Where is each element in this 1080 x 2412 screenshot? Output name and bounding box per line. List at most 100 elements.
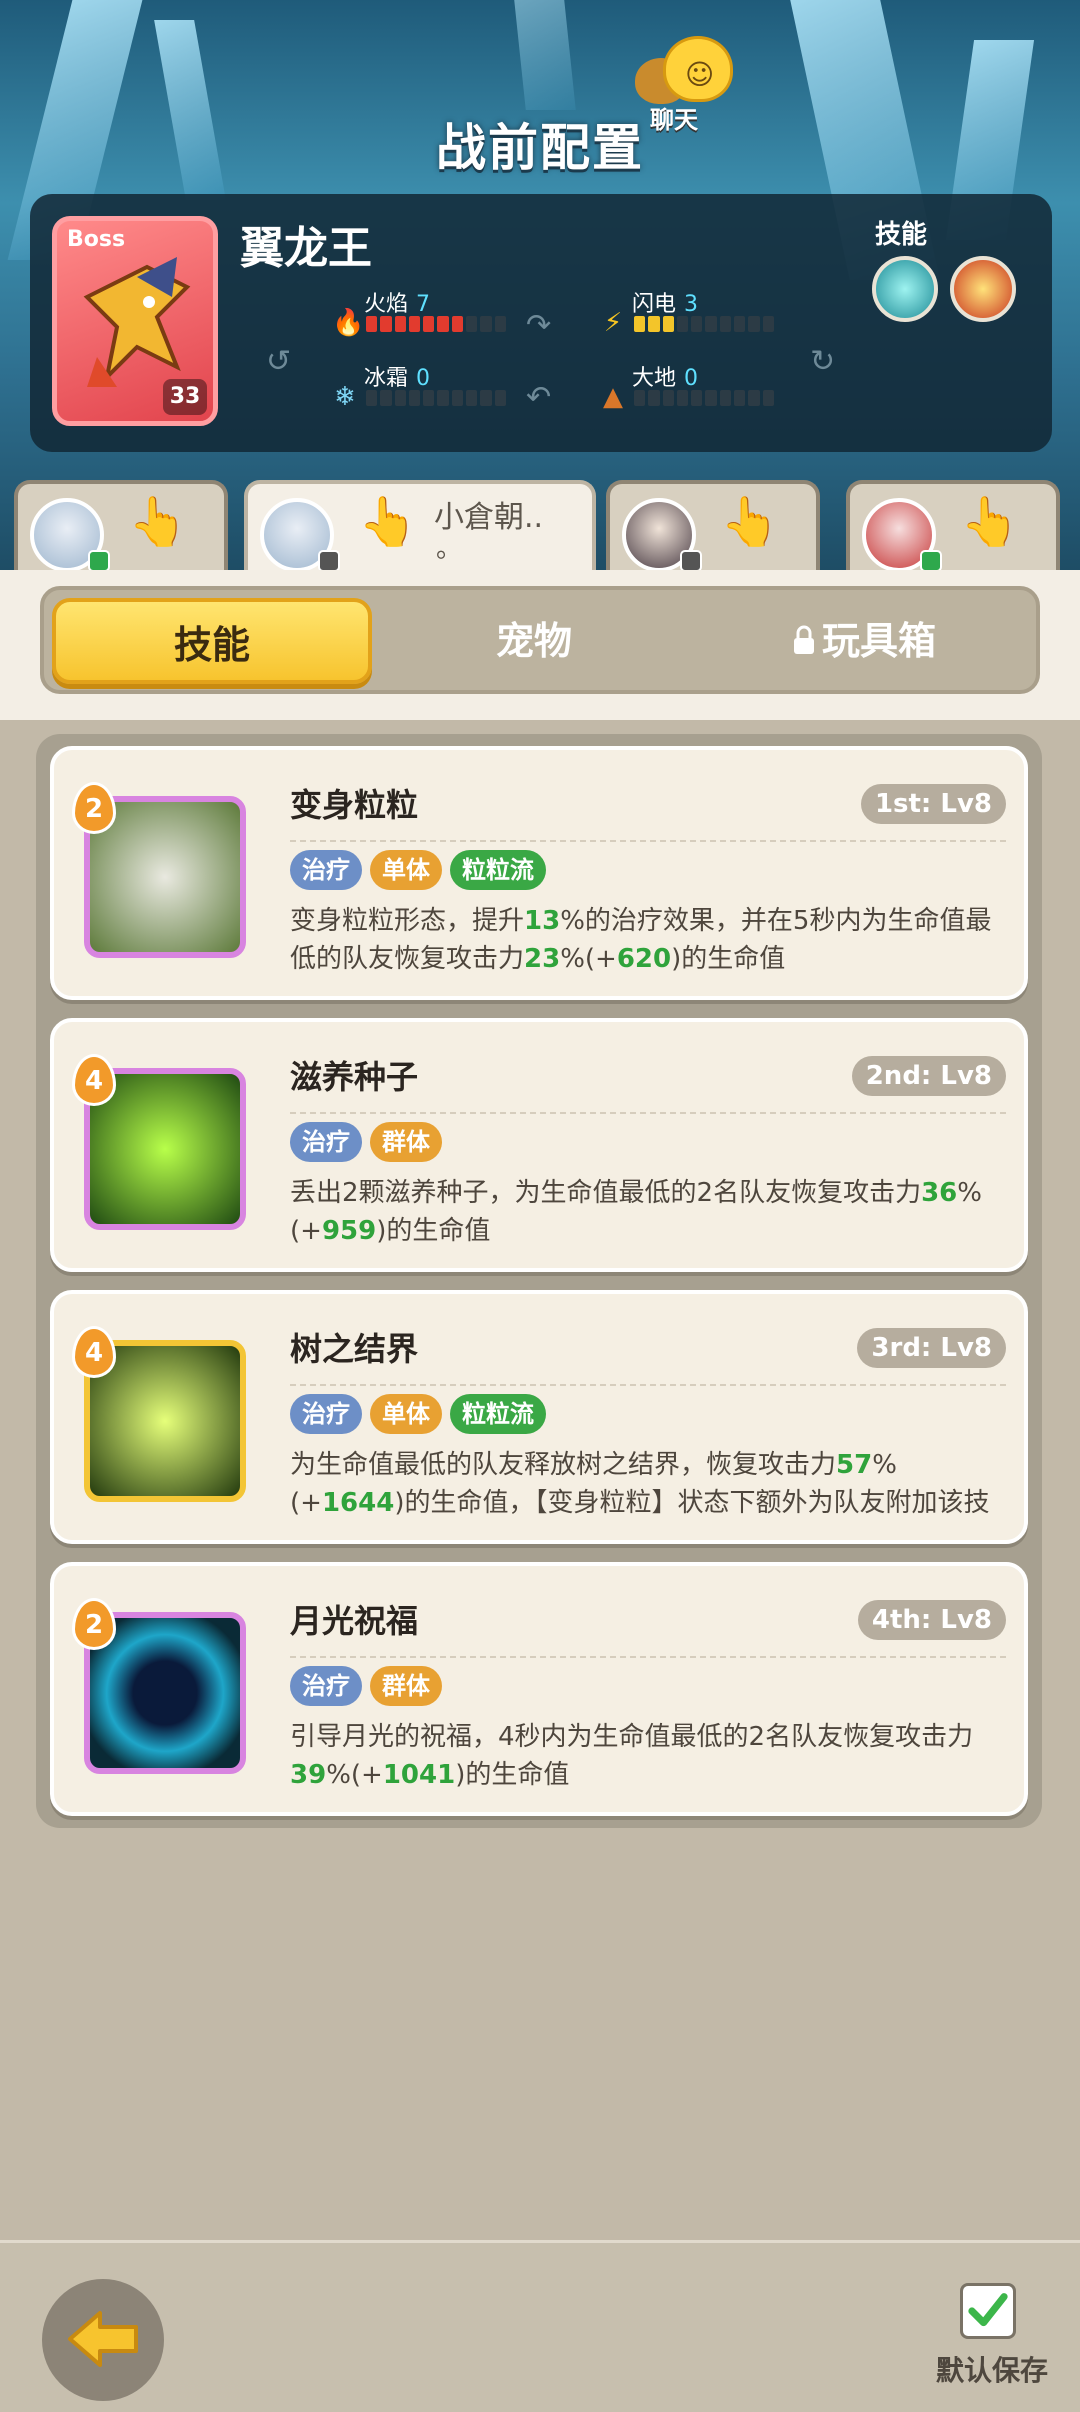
skill-tag: 群体 [370, 1122, 442, 1162]
stat-lightning-bar [634, 316, 774, 332]
skill-level-badge: 2nd: Lv8 [851, 1056, 1006, 1096]
skill-description: 变身粒粒形态，提升13%的治疗效果，并在5秒内为生命值最低的队友恢复攻击力23%… [290, 906, 992, 974]
stat-earth-bar [634, 390, 774, 406]
stat-bar-segment [662, 390, 674, 406]
stat-bar-segment [762, 390, 774, 406]
stat-bar-segment [380, 390, 392, 406]
stat-bar-segment [691, 316, 703, 332]
stat-bar-segment [437, 316, 449, 332]
player-tab-3[interactable]: 👆 [606, 480, 820, 580]
skill-tag: 粒粒流 [450, 1394, 546, 1434]
stat-fire-label: 火焰 [364, 292, 409, 317]
stat-bar-segment [437, 390, 449, 406]
skill-list: 2 变身粒粒 1st: Lv8 治疗 单体 粒粒流 变身粒粒形态，提升13%的治… [36, 734, 1042, 1828]
stat-bar-segment [466, 390, 478, 406]
thumbs-pointer-icon: 👆 [720, 494, 780, 550]
skill-tag: 治疗 [290, 1394, 362, 1434]
stat-bar-segment [705, 390, 717, 406]
swap-arrow-icon: ↻ [810, 344, 836, 379]
stat-bar-segment [380, 316, 392, 332]
lightning-icon: ⚡ [603, 308, 623, 338]
stat-earth: 大地 0 ▲ [600, 360, 800, 420]
swap-arrow-icon: ↷ [526, 308, 552, 343]
crystal-decoration [514, 0, 576, 110]
skill-description: 引导月光的祝福，4秒内为生命值最低的2名队友恢复攻击力39%(+1041)的生命… [290, 1722, 974, 1790]
player-tab-4[interactable]: 👆 [846, 480, 1060, 580]
skill-title: 变身粒粒 [290, 786, 419, 824]
tab-toybox-label: 玩具箱 [821, 619, 936, 663]
skill-tag: 治疗 [290, 1122, 362, 1162]
stat-fire-bar [366, 316, 506, 332]
player-status-icon [318, 550, 340, 572]
stat-lightning: 闪电 3 ⚡ [600, 286, 800, 346]
skill-tag: 群体 [370, 1666, 442, 1706]
player-status-icon [920, 550, 942, 572]
stat-bar-segment [394, 316, 406, 332]
skill-tag: 治疗 [290, 850, 362, 890]
stat-bar-segment [648, 316, 660, 332]
stat-bar-segment [480, 390, 492, 406]
default-save-checkbox[interactable] [960, 2283, 1016, 2339]
tab-pets[interactable]: 宠物 [374, 598, 694, 684]
category-tabbar: 技能 宠物 玩具箱 [40, 586, 1040, 694]
boss-skill-fire-icon[interactable] [950, 256, 1016, 322]
skill-level-badge: 4th: Lv8 [857, 1600, 1006, 1640]
stat-bar-segment [408, 316, 421, 332]
tab-skills[interactable]: 技能 [52, 598, 372, 684]
back-button[interactable] [42, 2279, 164, 2401]
stat-bar-segment [423, 316, 435, 332]
stat-bar-segment [719, 316, 732, 332]
player-tab-2[interactable]: 👆 小倉朝.. 。 [244, 480, 596, 580]
skill-card[interactable]: 4 树之结界 3rd: Lv8 治疗 单体 粒粒流 为生命值最低的队友释放树之结… [50, 1290, 1028, 1544]
skill-tag: 单体 [370, 1394, 442, 1434]
energy-cost-badge: 2 [72, 1598, 116, 1650]
stat-bar-segment [676, 316, 689, 332]
page-title: 战前配置 [436, 119, 644, 177]
stat-bar-segment [734, 390, 746, 406]
player-tab-1[interactable]: 👆 [14, 480, 228, 580]
stat-bar-segment [494, 316, 506, 332]
stat-fire: 火焰 7 🔥 [332, 286, 532, 346]
skill-tags: 治疗 单体 粒粒流 [290, 1394, 546, 1434]
lock-icon [793, 625, 814, 654]
boss-card[interactable]: Boss 33 [52, 216, 218, 426]
stat-bar-segment [634, 316, 646, 332]
chat-label: 聊天 [650, 106, 698, 134]
tab-toybox[interactable]: 玩具箱 [694, 598, 1034, 684]
stat-bar-segment [748, 390, 760, 406]
skill-card[interactable]: 2 变身粒粒 1st: Lv8 治疗 单体 粒粒流 变身粒粒形态，提升13%的治… [50, 746, 1028, 1000]
stat-bar-segment [451, 390, 464, 406]
boss-info-panel: Boss 33 翼龙王 火焰 7 🔥 闪电 3 ⚡ 冰霜 0 ❄ 大地 0 ▲ ↷ ↶ … [30, 194, 1052, 452]
thumbs-pointer-icon: 👆 [358, 494, 418, 550]
default-save-label: 默认保存 [936, 2354, 1049, 2387]
stat-bar-segment [466, 316, 478, 332]
stat-frost: 冰霜 0 ❄ [332, 360, 532, 420]
check-icon [968, 2293, 1008, 2327]
thumbs-pointer-icon: 👆 [128, 494, 188, 550]
stat-earth-label: 大地 [632, 366, 677, 391]
mountain-icon: ▲ [603, 382, 623, 412]
energy-cost-badge: 4 [72, 1326, 116, 1378]
fire-icon: 🔥 [332, 308, 365, 338]
divider [290, 840, 1006, 842]
stat-bar-segment [480, 316, 492, 332]
stat-bar-segment [748, 316, 760, 332]
stat-bar-segment [762, 316, 774, 332]
pterodactyl-boss-icon [83, 257, 191, 387]
boss-skill-wind-icon[interactable] [872, 256, 938, 322]
skill-tags: 治疗 群体 [290, 1122, 442, 1162]
boss-level: 33 [163, 379, 207, 415]
stat-bar-segment [634, 390, 646, 406]
skill-card[interactable]: 2 月光祝福 4th: Lv8 治疗 群体 引导月光的祝福，4秒内为生命值最低的… [50, 1562, 1028, 1816]
stat-bar-segment [705, 316, 717, 332]
skill-title: 滋养种子 [290, 1058, 419, 1096]
boss-skills-label: 技能 [875, 220, 928, 250]
stat-bar-segment [648, 390, 660, 406]
smiley-face-icon: ☺ [685, 58, 715, 91]
skill-tags: 治疗 单体 粒粒流 [290, 850, 546, 890]
chat-button[interactable]: ☺ 聊天 [630, 30, 750, 140]
energy-cost-badge: 2 [72, 782, 116, 834]
stat-bar-segment [366, 316, 378, 332]
skill-card[interactable]: 4 滋养种子 2nd: Lv8 治疗 群体 丢出2颗滋养种子，为生命值最低的2名… [50, 1018, 1028, 1272]
stat-bar-segment [494, 390, 506, 406]
